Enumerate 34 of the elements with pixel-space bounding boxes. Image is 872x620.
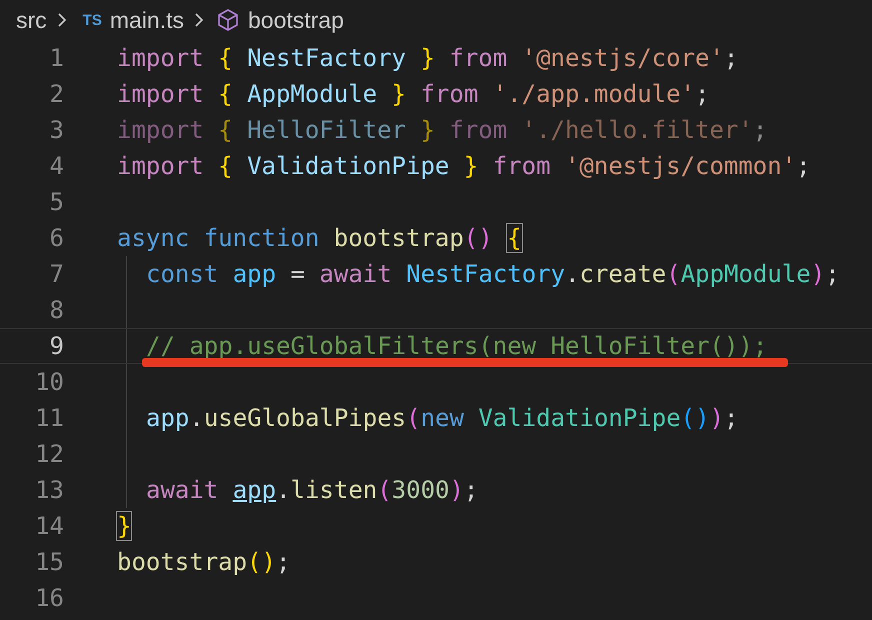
- breadcrumb-item[interactable]: bootstrap: [248, 6, 344, 34]
- line-number: 13: [34, 476, 64, 504]
- line-number: 1: [48, 44, 64, 72]
- code-line: import { ValidationPipe } from '@nestjs/common';: [117, 152, 811, 180]
- code-comment: // app.useGlobalFilters(new HelloFilter());: [146, 332, 768, 360]
- code-line: import { AppModule } from './app.module';: [117, 80, 710, 108]
- line-number: 9: [48, 332, 64, 360]
- code-line: async function bootstrap() {: [117, 224, 522, 252]
- code-line: await app.listen(3000);: [146, 476, 478, 504]
- line-number: 14: [34, 512, 64, 540]
- code-line: app.useGlobalPipes(new ValidationPipe());: [146, 404, 738, 432]
- chevron-icon: [194, 12, 204, 28]
- breadcrumb-item[interactable]: src: [16, 6, 47, 34]
- line-number: 15: [34, 548, 64, 576]
- code-line: import { HelloFilter } from './hello.filter';: [117, 116, 768, 144]
- line-number: 8: [48, 296, 64, 324]
- code-line: const app = await NestFactory.create(AppModule);: [146, 260, 840, 288]
- line-number: 2: [48, 80, 64, 108]
- line-number: 11: [34, 404, 64, 432]
- line-number: 7: [48, 260, 64, 288]
- line-number: 6: [48, 224, 64, 252]
- breadcrumb-item[interactable]: main.ts: [110, 6, 184, 34]
- line-number: 5: [48, 188, 64, 216]
- code-line: bootstrap();: [117, 548, 290, 576]
- code-line: import { NestFactory } from '@nestjs/core';: [117, 44, 738, 72]
- typescript-icon: TS: [82, 12, 102, 28]
- line-number: 12: [34, 440, 64, 468]
- line-number: 3: [48, 116, 64, 144]
- cube-icon: [216, 8, 240, 32]
- line-number: 16: [34, 584, 64, 612]
- line-number: 10: [34, 368, 64, 396]
- line-number: 4: [48, 152, 64, 180]
- chevron-icon: [56, 12, 67, 28]
- code-line: }: [117, 512, 132, 540]
